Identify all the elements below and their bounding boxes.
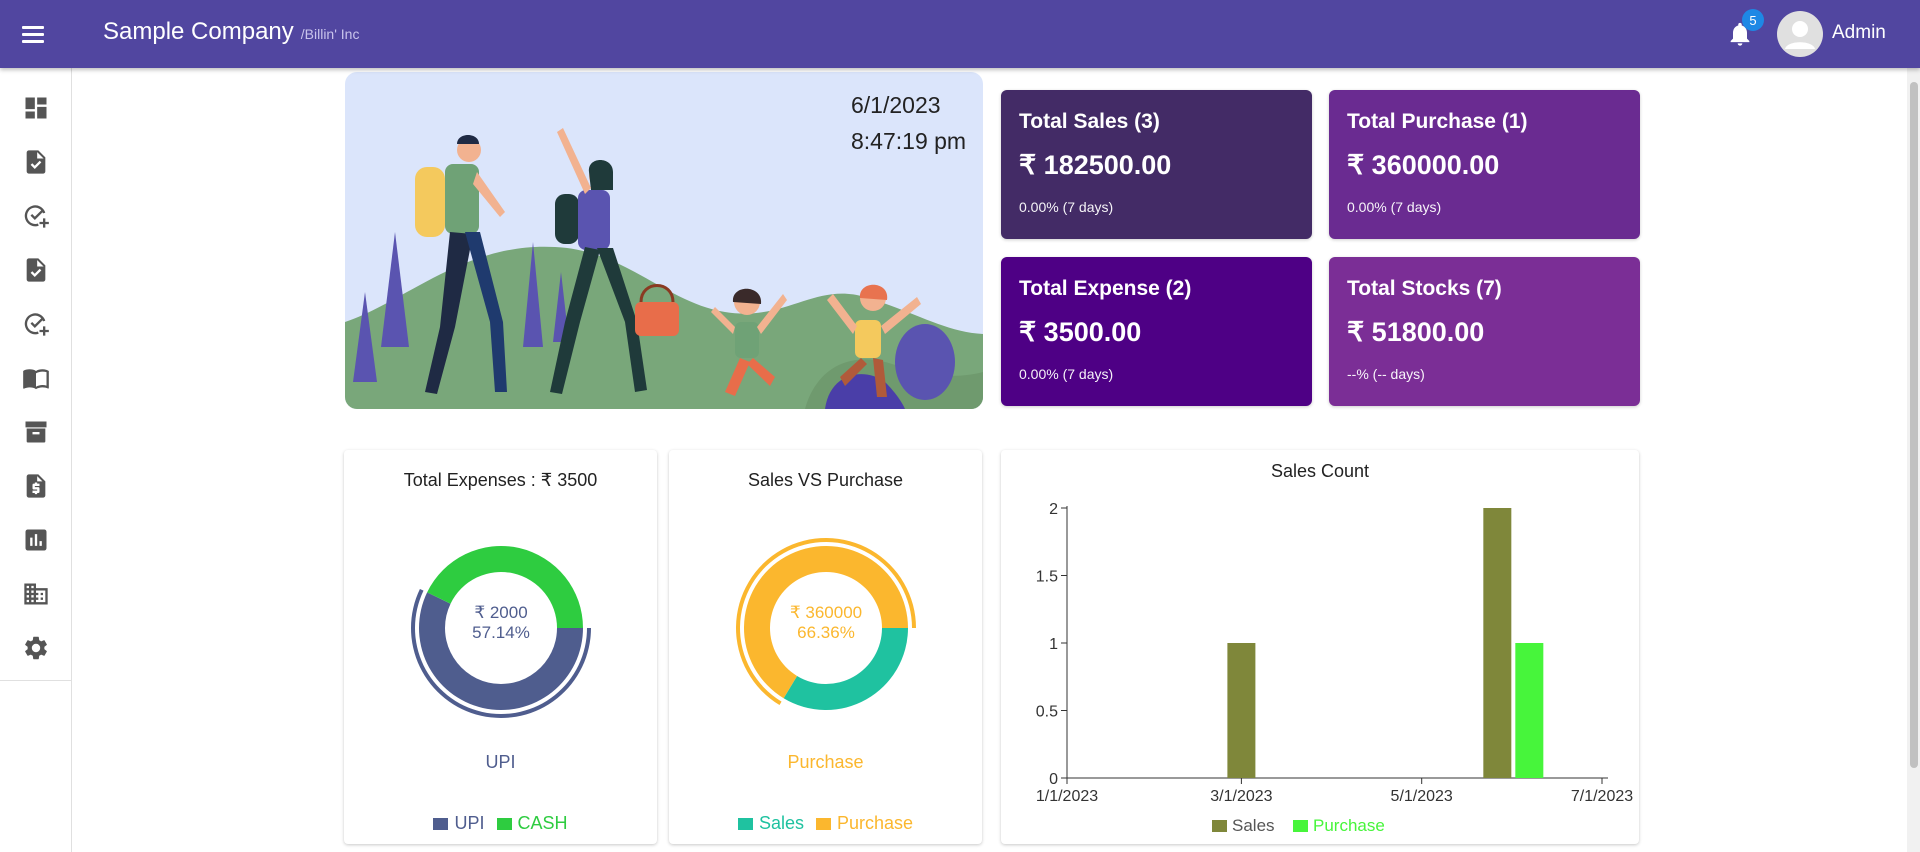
legend-label: Sales xyxy=(758,813,804,833)
x-tick-label: 5/1/2023 xyxy=(1391,788,1453,805)
card-value: ₹ 51800.00 xyxy=(1347,317,1485,347)
bar-purchase[interactable] xyxy=(1515,643,1544,778)
x-tick-label: 3/1/2023 xyxy=(1210,788,1272,805)
legend-swatch xyxy=(1293,820,1308,832)
brand: Sample Company /Billin' Inc xyxy=(103,18,359,46)
y-tick-label: 1 xyxy=(1049,636,1058,653)
current-time: 8:47:19 pm xyxy=(851,128,967,154)
current-date: 6/1/2023 xyxy=(851,92,941,118)
family-hiking-illustration xyxy=(345,128,983,409)
expenses-center-value: ₹ 2000 xyxy=(474,603,527,622)
legend-swatch xyxy=(496,817,512,830)
card-title: Total Purchase (1) xyxy=(1347,110,1528,133)
y-tick-label: 1.5 xyxy=(1036,569,1058,586)
archive-icon[interactable] xyxy=(22,418,50,446)
expenses-donut-chart: ₹ 2000 57.14% xyxy=(411,546,591,718)
company-name: Sample Company xyxy=(103,18,294,45)
x-tick-label: 1/1/2023 xyxy=(1036,788,1098,805)
y-tick-label: 0.5 xyxy=(1036,704,1058,721)
company-subtitle: /Billin' Inc xyxy=(300,26,360,42)
x-tick-label: 7/1/2023 xyxy=(1571,788,1633,805)
scrollbar-thumb[interactable] xyxy=(1910,82,1918,768)
legend-label: CASH xyxy=(517,813,568,833)
person-icon xyxy=(1785,21,1815,49)
bar-sales[interactable] xyxy=(1227,643,1256,778)
expenses-donut-card: Total Expenses : ₹ 3500 ₹ 2000 57.14% UP… xyxy=(344,450,657,844)
expenses-legend: UPI CASH xyxy=(344,813,657,834)
sales-purchase-donut-chart: ₹ 360000 66.36% xyxy=(736,538,916,710)
sales-purchase-center-value: ₹ 360000 xyxy=(790,603,862,622)
sales-purchase-legend: Sales Purchase xyxy=(669,813,982,834)
bar-sales[interactable] xyxy=(1483,508,1512,778)
reports-chart-icon[interactable] xyxy=(22,526,50,554)
card-value: ₹ 182500.00 xyxy=(1019,150,1172,180)
book-icon[interactable] xyxy=(22,364,50,392)
invoice-dollar-icon[interactable] xyxy=(22,472,50,500)
legend-swatch xyxy=(737,817,753,830)
sales-count-card: Sales Count 0 0.5 1 1.5 2 1/1/2023 3/1/2023 5/1/… xyxy=(1001,450,1639,844)
y-tick-label: 0 xyxy=(1049,771,1058,788)
add-sale-icon[interactable] xyxy=(22,202,50,230)
legend-swatch xyxy=(433,817,449,830)
notification-count-badge: 5 xyxy=(1742,9,1764,31)
user-avatar[interactable] xyxy=(1777,11,1823,57)
legend-swatch xyxy=(815,817,831,830)
card-change: --% (-- days) xyxy=(1347,366,1425,382)
y-tick-label: 2 xyxy=(1049,501,1058,518)
sales-count-bar-chart: Sales Count 0 0.5 1 1.5 2 1/1/2023 3/1/2023 5/1/… xyxy=(1036,461,1633,835)
legend-item-sales[interactable]: Sales xyxy=(737,813,804,834)
total-purchase-card[interactable]: Total Purchase (1) ₹ 360000.00 0.00% (7 … xyxy=(1329,90,1640,239)
add-purchase-icon[interactable] xyxy=(22,310,50,338)
sales-document-icon[interactable] xyxy=(22,148,50,176)
settings-gear-icon[interactable] xyxy=(22,634,50,662)
sales-vs-purchase-card: Sales VS Purchase ₹ 360000 66.36% Purcha… xyxy=(669,450,982,844)
legend-item-upi[interactable]: UPI xyxy=(433,813,485,834)
legend-label[interactable]: Purchase xyxy=(1313,816,1385,835)
legend-item-purchase[interactable]: Purchase xyxy=(815,813,914,834)
expenses-active-label: UPI xyxy=(485,752,516,772)
dashboard-icon[interactable] xyxy=(22,94,50,122)
total-sales-card[interactable]: Total Sales (3) ₹ 182500.00 0.00% (7 day… xyxy=(1001,90,1312,239)
top-app-bar: Sample Company /Billin' Inc 5 Admin xyxy=(0,0,1920,68)
sidebar-divider xyxy=(0,680,72,681)
legend-label: UPI xyxy=(454,813,485,833)
sales-purchase-active-label: Purchase xyxy=(787,752,864,772)
total-expense-card[interactable]: Total Expense (2) ₹ 3500.00 0.00% (7 day… xyxy=(1001,257,1312,406)
card-value: ₹ 360000.00 xyxy=(1347,150,1500,180)
expenses-chart-title: Total Expenses : ₹ 3500 xyxy=(403,470,598,490)
legend-item-cash[interactable]: CASH xyxy=(496,813,568,834)
welcome-illustration-card: 6/1/2023 8:47:19 pm xyxy=(345,72,983,409)
chart-title: Sales Count xyxy=(1271,461,1369,481)
card-change: 0.00% (7 days) xyxy=(1347,199,1442,215)
user-name[interactable]: Admin xyxy=(1832,22,1886,44)
sales-purchase-chart-title: Sales VS Purchase xyxy=(747,470,904,490)
sales-purchase-center-percent: 66.36% xyxy=(797,623,855,642)
sidebar xyxy=(0,68,72,852)
purchase-document-icon[interactable] xyxy=(22,256,50,284)
card-value: ₹ 3500.00 xyxy=(1019,317,1142,347)
legend-swatch xyxy=(1212,820,1227,832)
hamburger-menu-icon[interactable] xyxy=(22,20,50,48)
total-stocks-card[interactable]: Total Stocks (7) ₹ 51800.00 --% (-- days… xyxy=(1329,257,1640,406)
card-change: 0.00% (7 days) xyxy=(1019,199,1114,215)
business-icon[interactable] xyxy=(22,580,50,608)
card-title: Total Expense (2) xyxy=(1019,277,1192,300)
card-title: Total Sales (3) xyxy=(1019,110,1160,133)
expenses-center-percent: 57.14% xyxy=(472,623,530,642)
legend-label[interactable]: Sales xyxy=(1232,816,1275,835)
card-change: 0.00% (7 days) xyxy=(1019,366,1114,382)
card-title: Total Stocks (7) xyxy=(1347,277,1502,300)
legend-label: Purchase xyxy=(836,813,914,833)
